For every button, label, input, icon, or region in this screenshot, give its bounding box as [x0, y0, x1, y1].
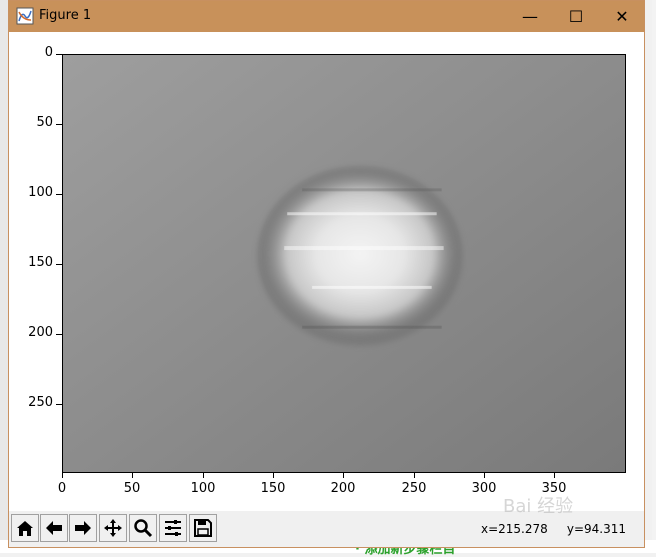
x-tick-mark: [132, 473, 133, 478]
app-icon: [16, 7, 34, 25]
y-tick-mark: [56, 54, 62, 55]
pan-move-icon: [104, 519, 122, 537]
forward-button[interactable]: [69, 514, 97, 542]
y-tick-mark: [56, 404, 62, 405]
y-tick-label: 100: [28, 185, 53, 200]
maximize-button[interactable]: ☐: [553, 1, 599, 32]
x-tick-mark: [203, 473, 204, 478]
x-tick-mark: [554, 473, 555, 478]
x-tick-mark: [273, 473, 274, 478]
zoom-magnifier-icon: [134, 519, 153, 538]
x-tick-label: 300: [471, 481, 497, 496]
cursor-coordinates: x=215.278 y=94.311: [481, 522, 626, 536]
watermark: Bai 经验: [503, 496, 574, 517]
save-button[interactable]: [189, 514, 217, 542]
y-tick-mark: [56, 264, 62, 265]
figure-window: Figure 1 — ☐ ✕ 0 50 100 150 200 250 0 50…: [8, 0, 645, 548]
y-tick-label: 0: [44, 45, 53, 60]
window-title: Figure 1: [39, 8, 92, 23]
y-tick-label: 150: [28, 255, 53, 270]
x-tick-label: 200: [330, 481, 356, 496]
minimize-icon: —: [522, 7, 538, 26]
y-tick-mark: [56, 194, 62, 195]
configure-subplots-button[interactable]: [159, 514, 187, 542]
y-tick-label: 250: [28, 395, 53, 410]
forward-arrow-icon: [75, 521, 91, 535]
back-arrow-icon: [46, 521, 62, 535]
zoom-button[interactable]: [129, 514, 157, 542]
y-tick-mark: [56, 124, 62, 125]
x-tick-mark: [343, 473, 344, 478]
background-left: [0, 0, 8, 553]
figure-canvas[interactable]: 0 50 100 150 200 250 0 50 100 150 200 25…: [9, 32, 644, 511]
pan-button[interactable]: [99, 514, 127, 542]
y-tick-label: 200: [28, 325, 53, 340]
x-tick-label: 100: [190, 481, 216, 496]
sliders-icon: [165, 520, 181, 536]
x-tick-mark: [62, 473, 63, 478]
x-tick-mark: [414, 473, 415, 478]
x-tick-label: 250: [401, 481, 427, 496]
floppy-disk-icon: [194, 519, 212, 537]
x-tick-label: 150: [260, 481, 286, 496]
close-icon: ✕: [615, 7, 629, 26]
x-tick-label: 0: [57, 481, 67, 496]
close-button[interactable]: ✕: [599, 1, 645, 32]
y-tick-label: 50: [36, 115, 53, 130]
titlebar: Figure 1 — ☐ ✕: [9, 1, 644, 32]
back-button[interactable]: [40, 514, 68, 542]
y-tick-mark: [56, 334, 62, 335]
maximize-icon: ☐: [568, 7, 584, 26]
home-icon: [17, 521, 33, 536]
grayscale-image: [63, 55, 625, 472]
home-button[interactable]: [11, 514, 39, 542]
minimize-button[interactable]: —: [507, 1, 553, 32]
background-right: [652, 0, 656, 553]
x-tick-mark: [484, 473, 485, 478]
image-axes[interactable]: [62, 54, 626, 473]
x-tick-label: 50: [123, 481, 141, 496]
